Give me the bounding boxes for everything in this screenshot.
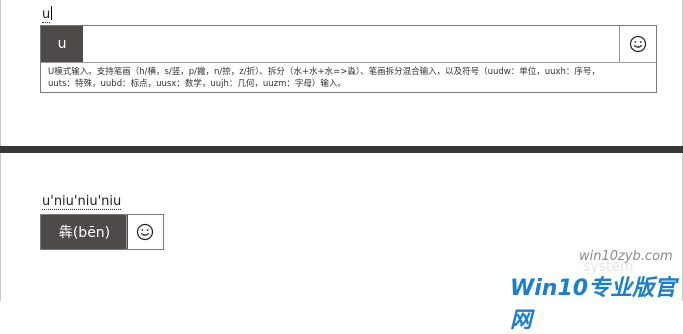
- watermark-url: win10zyb.com: [579, 249, 673, 264]
- composition-text: u: [42, 7, 51, 23]
- section-divider: [0, 146, 683, 153]
- candidate-item-selected[interactable]: 犇(bēn): [41, 215, 128, 249]
- watermark-brand: Win10专业版官网: [510, 276, 677, 333]
- u-mode-hint: U模式输入。支持笔画（h/横，s/竖，p/撇，n/捺，z/折）、拆分（水+水+水…: [48, 66, 648, 90]
- candidate-row: u: [41, 26, 656, 63]
- hint-line-2: uuts：特殊，uubd：标点，uusx：数学，uujh：几何，uuzm：字母）…: [48, 79, 346, 89]
- ime-candidate-window: u U模式输入。支持笔画（h/横，s/竖，p/撇，n/捺，z/折）、拆分（水+水…: [40, 25, 657, 93]
- top-example-panel: u u U模式输入。支持笔画（h/横，s/竖，p/撇，n/捺，z/折）、拆分（水…: [0, 0, 683, 146]
- smiley-icon: [136, 223, 154, 241]
- composition-string: u: [42, 6, 53, 23]
- smiley-icon: [629, 35, 647, 53]
- composition-text: u'niu'niu'niu: [42, 194, 122, 210]
- hint-line-1: U模式输入。支持笔画（h/横，s/竖，p/撇，n/捺，z/折）、拆分（水+水+水…: [48, 67, 600, 77]
- text-caret: [51, 6, 53, 20]
- ime-candidate-window: 犇(bēn): [40, 214, 164, 250]
- candidate-item-selected[interactable]: u: [41, 26, 83, 62]
- emoji-button[interactable]: [619, 26, 656, 62]
- emoji-button[interactable]: [126, 215, 163, 249]
- composition-string: u'niu'niu'niu: [42, 194, 122, 210]
